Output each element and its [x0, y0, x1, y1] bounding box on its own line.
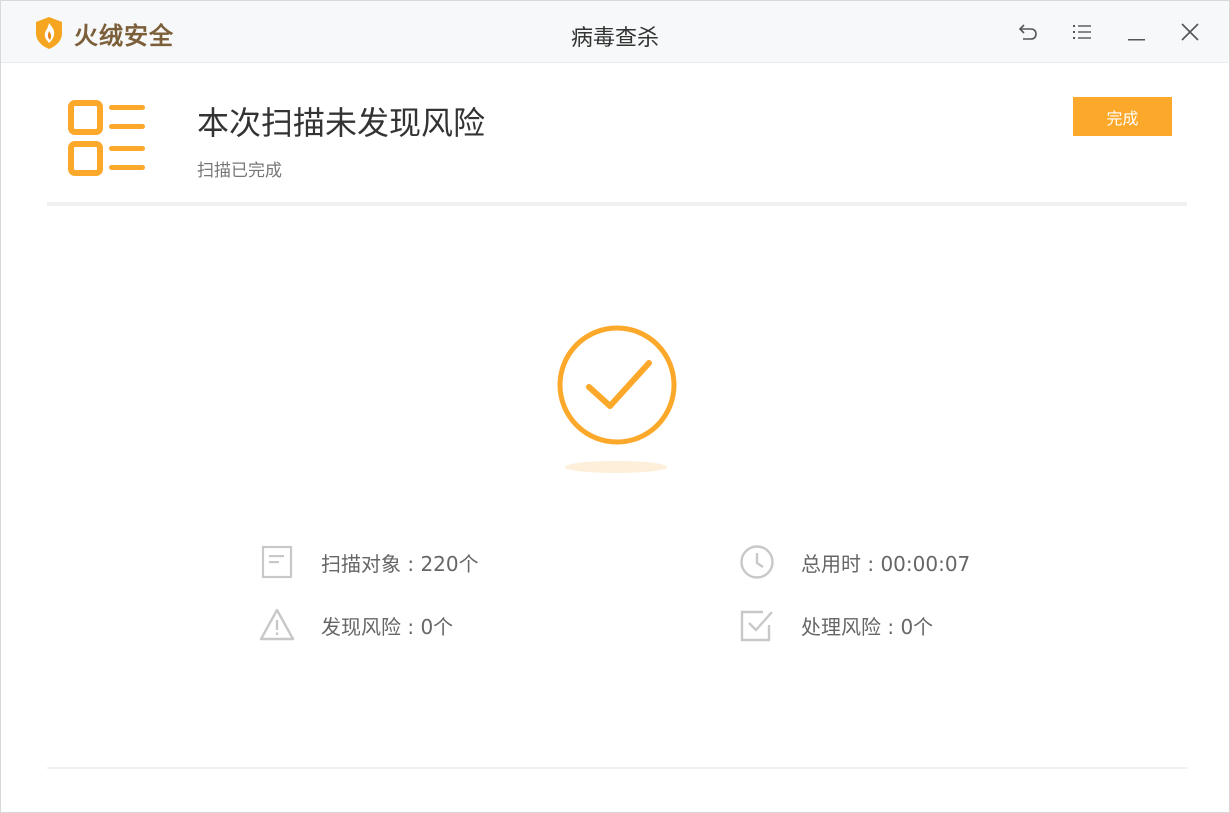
done-button[interactable]: 完成: [1073, 97, 1172, 136]
divider: [47, 767, 1187, 769]
document-icon: [259, 544, 295, 580]
minimize-icon: [1128, 39, 1145, 41]
title-bar[interactable]: 火绒安全 病毒查杀: [1, 1, 1229, 63]
divider: [47, 202, 1187, 206]
stat-risks-found-text: 发现风险 : 0个: [321, 614, 454, 639]
stat-total-time: 总用时 : 00:00:07: [739, 544, 970, 580]
scan-status-text: 扫描已完成: [197, 161, 282, 181]
virus-scan-window: 火绒安全 病毒查杀 本次扫描未发现风险 扫描已完成 完成 扫描对象: 220个…: [0, 0, 1230, 813]
warning-icon: [259, 607, 295, 643]
scan-report-icon: [68, 100, 145, 176]
stat-risks-handled-text: 处理风险 : 0个: [801, 614, 934, 639]
stat-time-text: 总用时 : 00:00:07: [801, 551, 971, 576]
menu-icon: [1073, 25, 1091, 39]
close-icon: [1181, 23, 1199, 41]
close-button[interactable]: [1177, 19, 1203, 45]
stat-risks-handled: 处理风险 : 0个: [739, 607, 933, 643]
back-button[interactable]: [1015, 19, 1041, 45]
stat-scanned-text: 扫描对象 : 220个: [321, 551, 479, 576]
stat-scanned-objects: 扫描对象 : 220个: [259, 544, 479, 580]
clock-icon: [739, 544, 775, 580]
menu-button[interactable]: [1069, 19, 1095, 45]
stat-risks-found: 发现风险 : 0个: [259, 607, 453, 643]
success-check-icon: [557, 325, 677, 473]
window-title: 病毒查杀: [570, 26, 659, 51]
scan-result-title: 本次扫描未发现风险: [197, 104, 486, 142]
checkbox-icon: [739, 607, 775, 643]
back-icon: [1018, 24, 1037, 40]
minimize-button[interactable]: [1123, 19, 1149, 45]
